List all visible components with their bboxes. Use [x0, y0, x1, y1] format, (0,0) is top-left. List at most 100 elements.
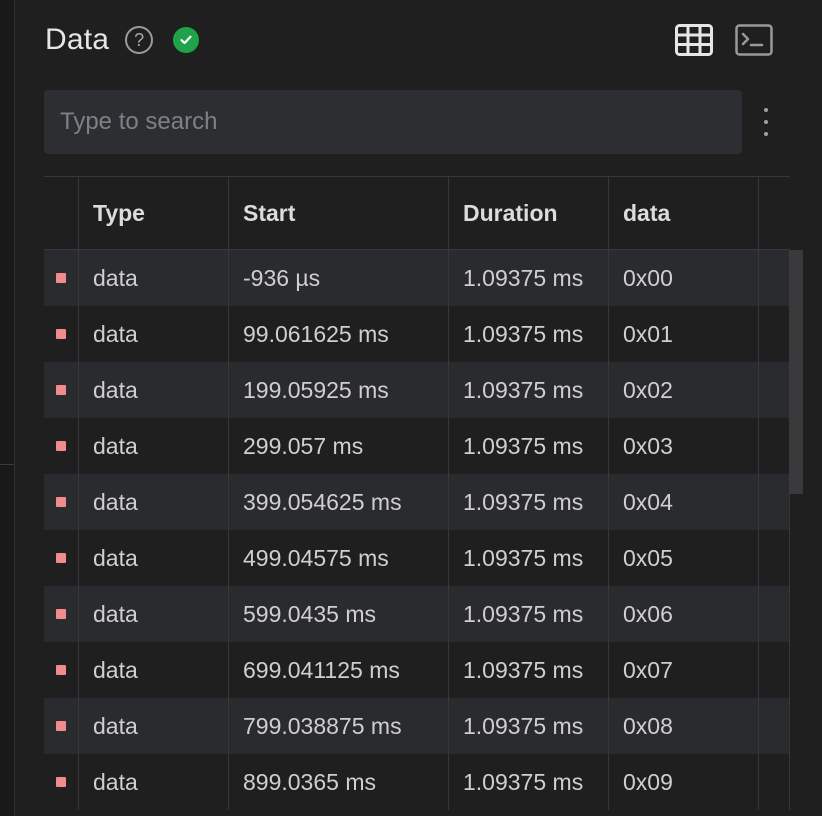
- cell-duration: 1.09375 ms: [449, 754, 609, 810]
- cell-filler: [759, 306, 790, 362]
- cell-data: 0x00: [609, 250, 759, 306]
- table-row[interactable]: data 99.061625 ms 1.09375 ms 0x01: [44, 306, 790, 362]
- cell-type: data: [79, 306, 229, 362]
- row-marker: [44, 642, 79, 698]
- cell-type: data: [79, 698, 229, 754]
- left-pane-divider: [0, 464, 14, 465]
- row-marker: [44, 698, 79, 754]
- table-row[interactable]: data 299.057 ms 1.09375 ms 0x03: [44, 418, 790, 474]
- row-marker-icon: [56, 777, 66, 787]
- row-marker-icon: [56, 329, 66, 339]
- cell-duration: 1.09375 ms: [449, 362, 609, 418]
- left-pane-edge: [0, 0, 15, 816]
- row-marker-icon: [56, 385, 66, 395]
- column-header-filler: [759, 177, 790, 249]
- data-panel: Data ? Type to search Type Start Duratio…: [15, 0, 822, 816]
- cell-start: 199.05925 ms: [229, 362, 449, 418]
- column-header-start[interactable]: Start: [229, 177, 449, 249]
- table-header: Type Start Duration data: [44, 177, 790, 250]
- terminal-view-button[interactable]: [734, 22, 774, 58]
- table-row[interactable]: data 599.0435 ms 1.09375 ms 0x06: [44, 586, 790, 642]
- table-body: data -936 µs 1.09375 ms 0x00 data 99.061625 m…: [44, 250, 790, 810]
- cell-filler: [759, 418, 790, 474]
- cell-filler: [759, 362, 790, 418]
- row-marker-icon: [56, 441, 66, 451]
- row-marker: [44, 474, 79, 530]
- cell-duration: 1.09375 ms: [449, 474, 609, 530]
- row-marker-icon: [56, 553, 66, 563]
- row-marker: [44, 362, 79, 418]
- search-row: [44, 90, 779, 154]
- table-scrollbar[interactable]: [789, 250, 803, 816]
- help-icon[interactable]: ?: [125, 26, 154, 54]
- cell-start: -936 µs: [229, 250, 449, 306]
- cell-duration: 1.09375 ms: [449, 530, 609, 586]
- row-marker: [44, 530, 79, 586]
- table-row[interactable]: data 499.04575 ms 1.09375 ms 0x05: [44, 530, 790, 586]
- cell-start: 399.054625 ms: [229, 474, 449, 530]
- cell-type: data: [79, 418, 229, 474]
- column-header-type[interactable]: Type: [79, 177, 229, 249]
- row-marker: [44, 250, 79, 306]
- cell-data: 0x02: [609, 362, 759, 418]
- cell-type: data: [79, 642, 229, 698]
- cell-duration: 1.09375 ms: [449, 306, 609, 362]
- cell-type: data: [79, 362, 229, 418]
- cell-type: data: [79, 586, 229, 642]
- cell-filler: [759, 530, 790, 586]
- row-marker-icon: [56, 665, 66, 675]
- cell-filler: [759, 586, 790, 642]
- row-marker: [44, 754, 79, 810]
- scrollbar-thumb[interactable]: [789, 250, 803, 494]
- table-row[interactable]: data 199.05925 ms 1.09375 ms 0x02: [44, 362, 790, 418]
- table-row[interactable]: data 899.0365 ms 1.09375 ms 0x09: [44, 754, 790, 810]
- table-row[interactable]: data 799.038875 ms 1.09375 ms 0x08: [44, 698, 790, 754]
- cell-data: 0x07: [609, 642, 759, 698]
- cell-filler: [759, 754, 790, 810]
- table-view-button[interactable]: [674, 22, 714, 58]
- cell-start: 299.057 ms: [229, 418, 449, 474]
- data-table: Type Start Duration data data -936 µs 1.09…: [44, 176, 790, 810]
- cell-data: 0x09: [609, 754, 759, 810]
- row-marker: [44, 306, 79, 362]
- table-icon: [675, 24, 713, 56]
- cell-start: 99.061625 ms: [229, 306, 449, 362]
- cell-start: 499.04575 ms: [229, 530, 449, 586]
- cell-start: 599.0435 ms: [229, 586, 449, 642]
- row-marker-icon: [56, 721, 66, 731]
- panel-header: Data ?: [45, 18, 200, 62]
- cell-filler: [759, 250, 790, 306]
- cell-start: 799.038875 ms: [229, 698, 449, 754]
- search-input[interactable]: [44, 90, 742, 154]
- cell-filler: [759, 698, 790, 754]
- cell-data: 0x08: [609, 698, 759, 754]
- cell-start: 899.0365 ms: [229, 754, 449, 810]
- cell-start: 699.041125 ms: [229, 642, 449, 698]
- cell-filler: [759, 474, 790, 530]
- more-options-icon[interactable]: [762, 108, 770, 136]
- row-marker: [44, 586, 79, 642]
- cell-data: 0x01: [609, 306, 759, 362]
- cell-type: data: [79, 250, 229, 306]
- panel-title: Data: [45, 23, 110, 56]
- panel-toolbar: [674, 22, 774, 58]
- cell-type: data: [79, 754, 229, 810]
- cell-duration: 1.09375 ms: [449, 698, 609, 754]
- cell-filler: [759, 642, 790, 698]
- cell-type: data: [79, 530, 229, 586]
- table-row[interactable]: data -936 µs 1.09375 ms 0x00: [44, 250, 790, 306]
- cell-duration: 1.09375 ms: [449, 250, 609, 306]
- row-marker-icon: [56, 273, 66, 283]
- cell-data: 0x06: [609, 586, 759, 642]
- column-header-data[interactable]: data: [609, 177, 759, 249]
- terminal-icon: [735, 24, 773, 56]
- marker-column-header: [44, 177, 79, 249]
- cell-data: 0x03: [609, 418, 759, 474]
- check-circle-icon: [173, 27, 200, 53]
- cell-duration: 1.09375 ms: [449, 586, 609, 642]
- column-header-duration[interactable]: Duration: [449, 177, 609, 249]
- row-marker-icon: [56, 497, 66, 507]
- table-row[interactable]: data 399.054625 ms 1.09375 ms 0x04: [44, 474, 790, 530]
- table-row[interactable]: data 699.041125 ms 1.09375 ms 0x07: [44, 642, 790, 698]
- row-marker-icon: [56, 609, 66, 619]
